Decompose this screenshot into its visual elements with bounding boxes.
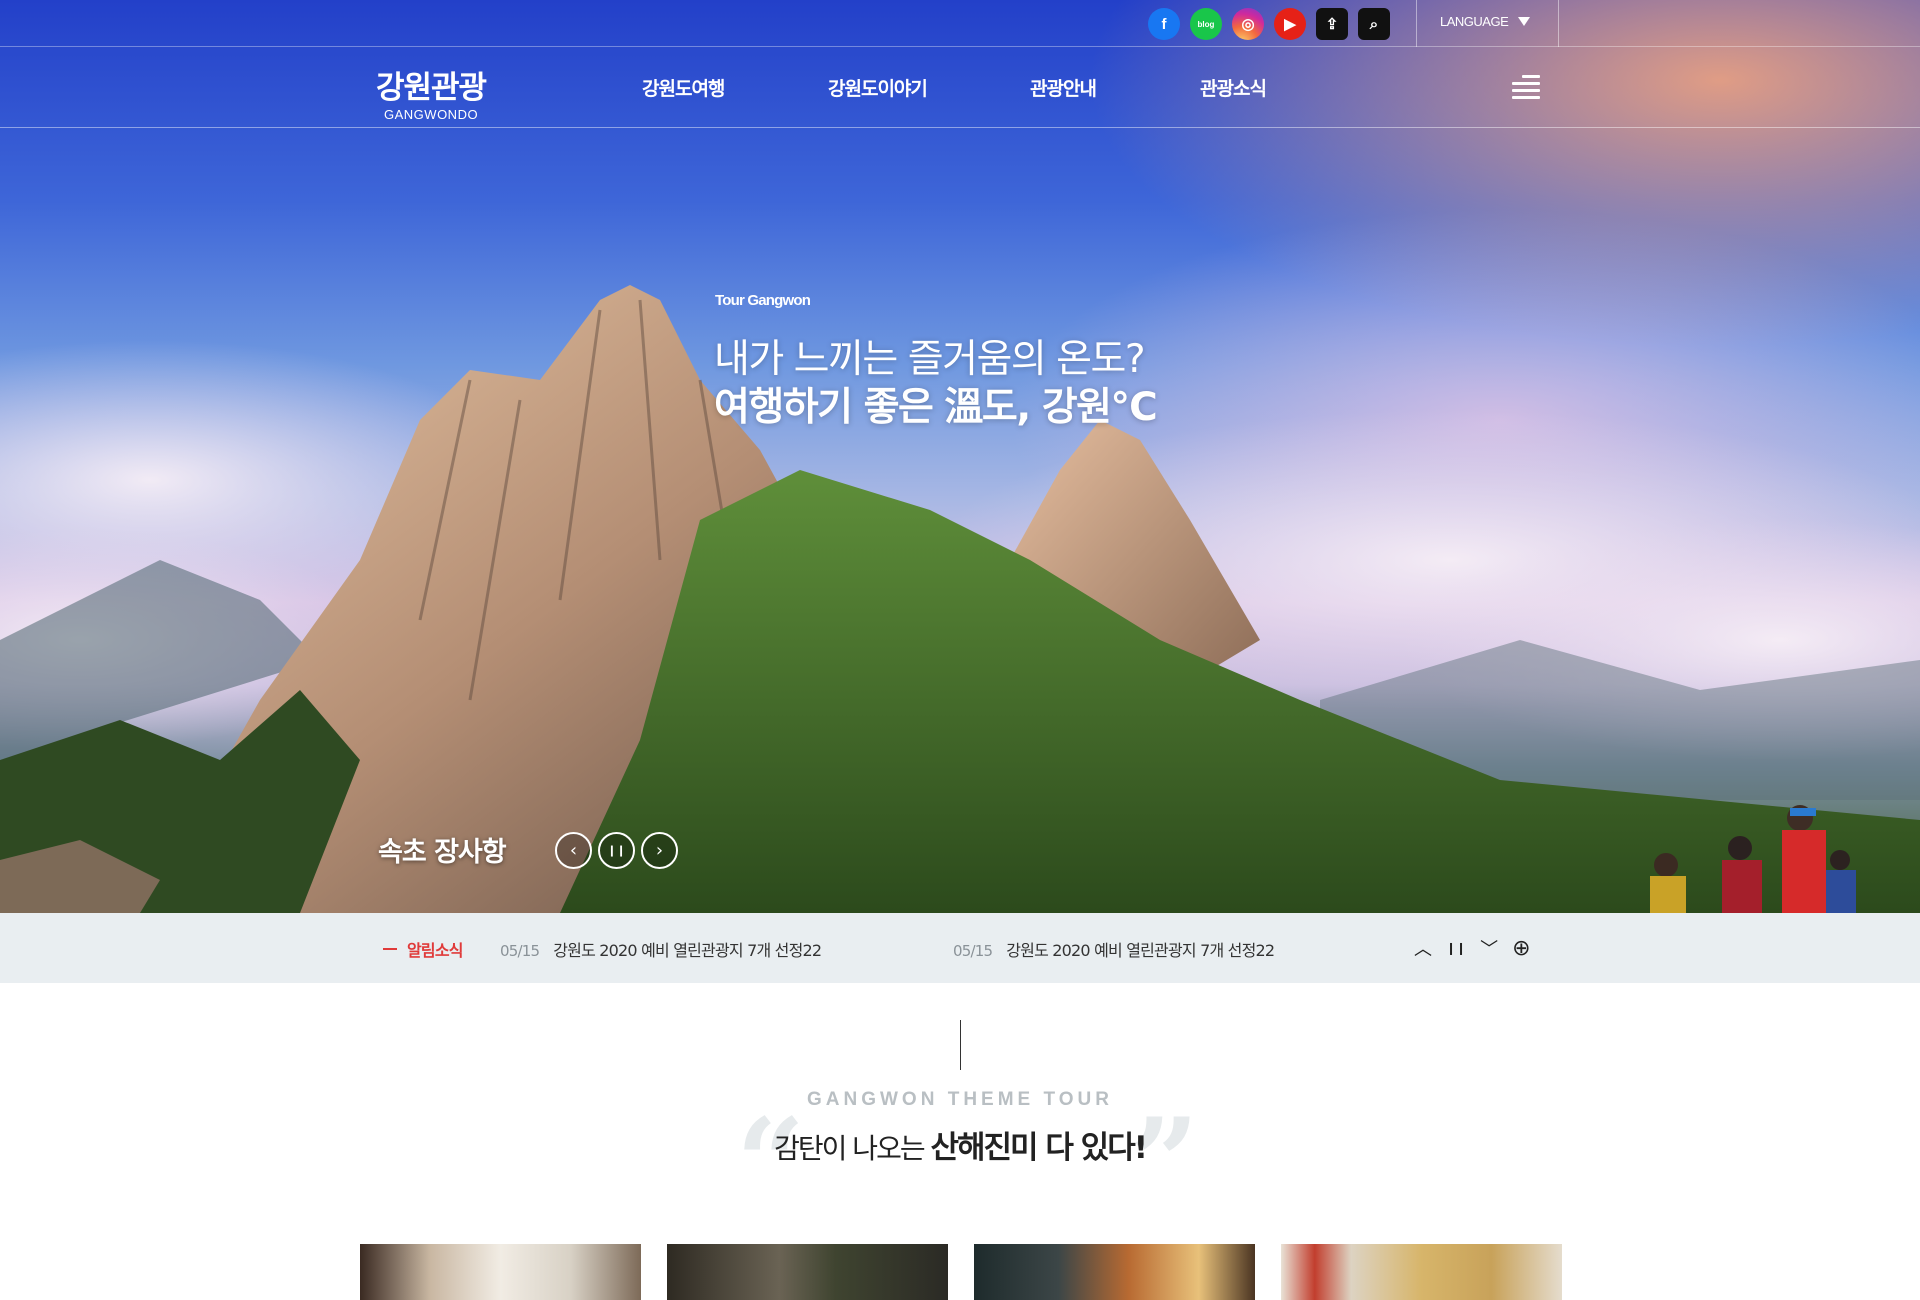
notice-date: 05/15 [500, 942, 540, 960]
utility-bar: f blog ◎ ▶ ⇪ ⌕ LANGUAGE [0, 0, 1920, 47]
search-icon[interactable]: ⌕ [1358, 8, 1390, 40]
chevron-up-icon[interactable]: ︿ [1414, 935, 1432, 961]
slide-controls: ‹ ❙❙ › [555, 832, 678, 869]
language-label: LANGUAGE [1440, 14, 1509, 29]
more-icon[interactable]: ⊕ [1512, 936, 1530, 961]
menu-gangwon-travel[interactable]: 강원도여행 [642, 74, 744, 101]
notice-title: 강원도 2020 예비 열린관광지 7개 선정22 [553, 941, 822, 960]
slide-caption: 속초 장사항 [378, 837, 507, 868]
divider [1416, 0, 1417, 47]
notice-bar: 알림소식 05/15 강원도 2020 예비 열린관광지 7개 선정22 05/1… [0, 913, 1920, 983]
hero-eyebrow: Tour Gangwon [715, 292, 811, 309]
theme-title: 감탄이 나오는 산해진미 다 있다! [0, 1122, 1920, 1167]
menu-tour-news[interactable]: 관광소식 [1200, 74, 1286, 101]
share-icon[interactable]: ⇪ [1316, 8, 1348, 40]
chevron-down-icon [1518, 17, 1531, 26]
theme-card-image[interactable] [360, 1244, 641, 1300]
theme-title-light: 감탄이 나오는 [774, 1132, 931, 1165]
theme-card-image[interactable] [974, 1244, 1255, 1300]
main-nav: 강원관광 GANGWONDO 강원도여행 강원도이야기 관광안내 관광소식 [0, 48, 1920, 128]
notice-title: 강원도 2020 예비 열린관광지 7개 선정22 [1006, 941, 1275, 960]
youtube-icon[interactable]: ▶ [1274, 8, 1306, 40]
notice-item[interactable]: 05/15 강원도 2020 예비 열린관광지 7개 선정22 [953, 937, 1275, 961]
facebook-icon[interactable]: f [1148, 8, 1180, 40]
hero-mountain-image [0, 285, 1920, 913]
section-divider-line [960, 1020, 961, 1070]
notice-label-text: 알림소식 [407, 941, 463, 960]
divider [1558, 0, 1559, 47]
logo-english: GANGWONDO [384, 107, 479, 122]
notice-label: 알림소식 [383, 937, 463, 961]
sns-links: f blog ◎ ▶ ⇪ ⌕ [1148, 8, 1390, 40]
next-slide-button[interactable]: › [641, 832, 678, 869]
language-select[interactable]: LANGUAGE [1440, 14, 1531, 29]
theme-card-image[interactable] [667, 1244, 948, 1300]
gnb-menu: 강원도여행 강원도이야기 관광안내 관광소식 [642, 74, 1370, 101]
menu-gangwon-story[interactable]: 강원도이야기 [828, 74, 946, 101]
notice-date: 05/15 [953, 942, 993, 960]
theme-card-list [360, 1244, 1562, 1300]
pause-icon[interactable]: ❙❙ [1446, 941, 1466, 955]
instagram-icon[interactable]: ◎ [1232, 8, 1264, 40]
notice-item[interactable]: 05/15 강원도 2020 예비 열린관광지 7개 선정22 [500, 937, 822, 961]
logo-korean: 강원관광 [376, 70, 487, 106]
notice-controls: ︿ ❙❙ ﹀ ⊕ [1414, 935, 1531, 961]
hero-headline-line2: 여행하기 좋은 溫도, 강원℃ [714, 385, 1158, 430]
dash-icon [383, 948, 397, 950]
prev-slide-button[interactable]: ‹ [555, 832, 592, 869]
pause-slide-button[interactable]: ❙❙ [598, 832, 635, 869]
theme-card-image[interactable] [1281, 1244, 1562, 1300]
theme-eyebrow: GANGWON THEME TOUR [807, 1089, 1113, 1110]
hamburger-menu-icon[interactable] [1512, 75, 1540, 99]
hero-banner: f blog ◎ ▶ ⇪ ⌕ LANGUAGE 강원관광 GANGWONDO 강… [0, 0, 1920, 913]
theme-title-bold: 산해진미 다 있다! [930, 1130, 1148, 1166]
site-logo[interactable]: 강원관광 GANGWONDO [376, 62, 487, 122]
blog-icon[interactable]: blog [1190, 8, 1222, 40]
chevron-down-icon[interactable]: ﹀ [1480, 935, 1498, 961]
menu-tour-guide[interactable]: 관광안내 [1030, 74, 1116, 101]
